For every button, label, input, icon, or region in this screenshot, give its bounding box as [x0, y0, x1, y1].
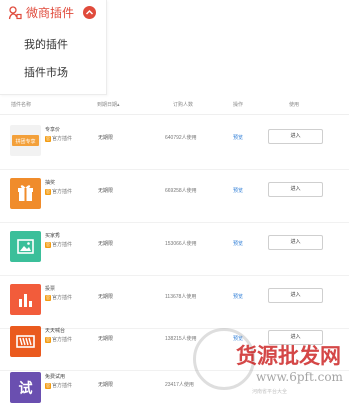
menu-item-my-plugins[interactable]: 我的插件	[24, 38, 68, 52]
col-plugin-name: 插件名称	[11, 102, 32, 108]
plugin-name: 投票	[45, 286, 56, 292]
subscriber-count: 113678人使用	[165, 294, 197, 300]
preview-link[interactable]: 预览	[233, 294, 243, 301]
plugin-name: 天天喊台	[45, 328, 66, 334]
plugin-icon	[8, 6, 22, 20]
expire-date: 无期限	[98, 135, 114, 141]
expire-date: 无期限	[98, 241, 114, 247]
official-plugin-tag: 官官方插件	[45, 189, 73, 195]
plugin-thumbnail	[10, 326, 41, 357]
watermark-url: www.6pft.com	[256, 370, 343, 384]
subscriber-count: 138215人使用	[165, 336, 197, 342]
plugin-name: 抽奖	[45, 180, 56, 186]
subscriber-count: 23417人使用	[165, 382, 194, 388]
thumbnail-label: 试	[19, 380, 33, 397]
subscriber-count: 669258人使用	[165, 188, 197, 194]
official-plugin-tag: 官官方插件	[45, 136, 73, 142]
official-plugin-tag: 官官方插件	[45, 337, 73, 343]
subscriber-count: 640792人使用	[165, 135, 197, 141]
official-plugin-tag: 官官方插件	[45, 295, 73, 301]
plugin-menu-header[interactable]: 微商插件	[0, 0, 106, 26]
gift-icon	[18, 185, 33, 201]
thumbnail-label: 拼团专享	[15, 138, 35, 145]
plugin-thumbnail: 拼团专享	[10, 125, 41, 156]
table-row: 买家秀 官官方插件 无期限 153066人使用 预览 进入	[0, 223, 349, 276]
expire-date: 无期限	[98, 382, 114, 388]
enter-button[interactable]: 进入	[268, 235, 323, 250]
bar-chart-icon	[19, 294, 32, 307]
official-plugin-tag: 官官方插件	[45, 242, 73, 248]
watermark-text: 货源批发网	[236, 343, 341, 368]
col-action: 操作	[233, 102, 244, 108]
preview-link[interactable]: 预览	[233, 241, 243, 248]
plugin-thumbnail	[10, 284, 41, 315]
plugin-name: 买家秀	[45, 233, 61, 239]
expire-date: 无期限	[98, 294, 114, 300]
image-icon	[17, 239, 34, 254]
table-row: 抽奖 官官方插件 无期限 669258人使用 预览 进入	[0, 170, 349, 223]
expire-date: 无期限	[98, 188, 114, 194]
preview-link[interactable]: 预览	[233, 135, 243, 142]
enter-button[interactable]: 进入	[268, 129, 323, 144]
plugin-menu-panel: 微商插件 我的插件 插件市场	[0, 0, 107, 95]
preview-link[interactable]: 预览	[233, 188, 243, 195]
plugin-thumbnail	[10, 178, 41, 209]
official-plugin-tag: 官官方插件	[45, 383, 73, 389]
plugin-thumbnail	[10, 231, 41, 262]
enter-button[interactable]: 进入	[268, 288, 323, 303]
col-use: 使用	[289, 102, 300, 108]
watermark-subtext: 河南省平台大全	[252, 389, 288, 395]
plugin-thumbnail: 试	[10, 372, 41, 403]
menu-item-plugin-market[interactable]: 插件市场	[24, 66, 68, 80]
coupon-icon	[16, 335, 35, 348]
col-expire-date[interactable]: 到期日期▴	[97, 102, 120, 109]
plugin-name: 免费试用	[45, 374, 66, 380]
plugin-menu-title: 微商插件	[26, 6, 75, 20]
col-subscribers: 订购人数	[173, 102, 194, 108]
table-header: 插件名称 到期日期▴ 订购人数 操作 使用	[0, 98, 349, 115]
expire-date: 无期限	[98, 336, 114, 342]
plugin-name: 专享价	[45, 127, 61, 133]
enter-button[interactable]: 进入	[268, 182, 323, 197]
chevron-up-icon[interactable]	[83, 6, 96, 19]
table-row: 拼团专享 专享价 官官方插件 无期限 640792人使用 预览 进入	[0, 117, 349, 170]
subscriber-count: 153066人使用	[165, 241, 197, 247]
